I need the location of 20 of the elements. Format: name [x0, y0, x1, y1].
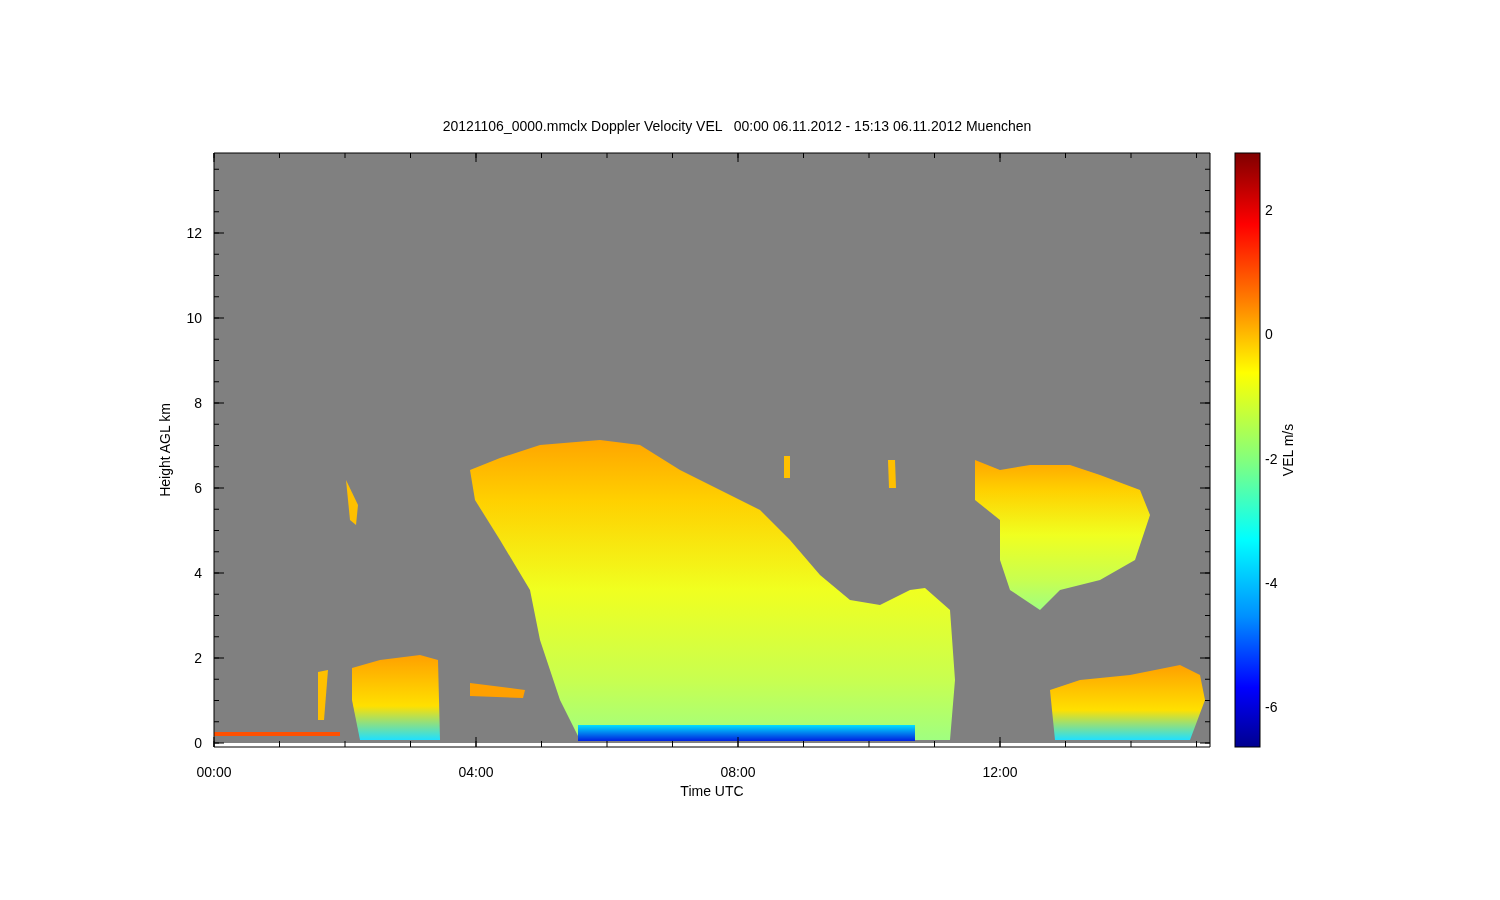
tick-label: -4 — [1265, 574, 1278, 591]
tick-label: 0 — [194, 735, 202, 751]
tick-label: 04:00 — [458, 764, 494, 780]
colorbar-title: VEL m/s — [1280, 423, 1296, 477]
tick-label: 08:00 — [720, 764, 756, 780]
tick-label: 0 — [1265, 326, 1273, 343]
tick-label: -6 — [1265, 699, 1278, 716]
tick-label: 2 — [1265, 202, 1273, 218]
tick-label: 6 — [194, 480, 202, 496]
chart-title: 20121106_0000.mmclx Doppler Velocity VEL 00:00 06.11.2012 - 15:13 06.11.2012 Muenchen — [442, 118, 1032, 134]
tick-label: 2 — [194, 650, 202, 666]
tick-label: 12:00 — [982, 764, 1018, 780]
axis-title: Time UTC — [680, 783, 744, 799]
tick-label: 10 — [186, 310, 202, 326]
axis-title: Height AGL km — [157, 403, 173, 497]
tick-label: 4 — [194, 565, 202, 581]
tick-label: 12 — [186, 225, 202, 241]
tick-label: 00:00 — [196, 764, 232, 780]
tick-label: -2 — [1265, 450, 1278, 467]
tick-label: 8 — [194, 395, 202, 411]
